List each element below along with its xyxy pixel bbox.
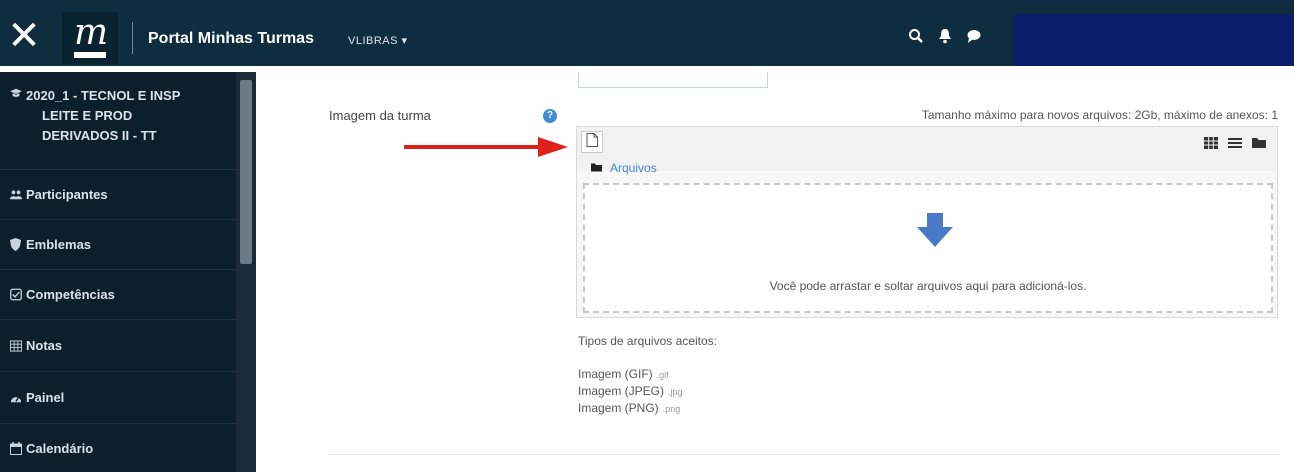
shield-icon	[0, 238, 22, 251]
course-name-line-2: LEITE E PROD	[42, 108, 133, 123]
grid-view-icon[interactable]	[1199, 133, 1223, 153]
site-title[interactable]: Portal Minhas Turmas	[148, 30, 314, 48]
sidebar-item-label: Painel	[26, 390, 65, 405]
sidebar-item-painel[interactable]: Painel	[0, 372, 236, 424]
help-icon[interactable]: ?	[543, 109, 557, 123]
users-icon	[0, 189, 22, 201]
download-arrow-icon	[915, 213, 955, 254]
accepted-type-item: Imagem (GIF) .gif	[578, 366, 683, 383]
annotation-arrow	[404, 137, 568, 157]
dashboard-icon	[0, 392, 22, 404]
sidebar-scrollbar[interactable]	[236, 72, 256, 472]
type-extension: .png	[662, 404, 681, 414]
folder-icon	[591, 159, 602, 177]
file-manager-toolbar: Arquivos	[577, 127, 1277, 175]
sidebar-item-label: Participantes	[26, 187, 108, 202]
accepted-type-item: Imagem (PNG) .png	[578, 400, 683, 417]
search-icon[interactable]	[908, 28, 924, 44]
type-extension: .gif	[656, 370, 669, 380]
sidebar-item-participantes[interactable]: Participantes	[0, 170, 236, 220]
sidebar-item-notas[interactable]: Notas	[0, 320, 236, 372]
type-name: Imagem (GIF)	[578, 367, 653, 381]
nav-drawer: 2020_1 - TECNOL E INSP LEITE E PROD DERI…	[0, 72, 256, 472]
type-extension: .jpg	[668, 387, 683, 397]
sidebar-item-label: Notas	[26, 338, 63, 353]
sidebar-item-label: 2020_1 - TECNOL E INSP LEITE E PROD DERI…	[22, 86, 180, 146]
bell-icon[interactable]	[938, 28, 952, 44]
accepted-type-item: Imagem (JPEG) .jpg	[578, 383, 683, 400]
graduation-cap-icon	[0, 86, 22, 100]
sidebar-item-emblemas[interactable]: Emblemas	[0, 220, 236, 270]
field-label: Imagem da turma	[329, 108, 431, 123]
file-path: Arquivos	[591, 159, 657, 177]
chat-icon[interactable]	[966, 28, 982, 44]
type-name: Imagem (JPEG)	[578, 384, 665, 398]
accepted-types-title: Tipos de arquivos aceitos:	[578, 334, 717, 348]
calendar-icon	[0, 441, 22, 455]
accepted-types-list: Imagem (GIF) .gif Imagem (JPEG) .jpg Image…	[578, 366, 683, 417]
sidebar-item-course[interactable]: 2020_1 - TECNOL E INSP LEITE E PROD DERI…	[0, 86, 236, 170]
scrollbar-thumb[interactable]	[240, 80, 252, 264]
section-divider	[329, 454, 1279, 455]
sidebar-item-label: Emblemas	[26, 237, 92, 252]
list-view-icon[interactable]	[1223, 133, 1247, 153]
top-navbar: ✕ m Portal Minhas Turmas VLIBRAS ▾	[0, 0, 1294, 72]
path-link-arquivos[interactable]: Arquivos	[610, 161, 657, 175]
table-icon	[0, 339, 22, 352]
course-name-line-1: 2020_1 - TECNOL E INSP	[26, 88, 181, 103]
max-size-info: Tamanho máximo para novos arquivos: 2Gb,…	[921, 108, 1278, 122]
file-manager: Arquivos Você pode arrastar e soltar arq…	[576, 126, 1278, 318]
navbar-icons	[908, 28, 982, 44]
folder-view-icon[interactable]	[1247, 133, 1271, 153]
course-name-line-3: DERIVADOS II - TT	[42, 128, 157, 143]
navbar-divider	[132, 22, 133, 54]
type-name: Imagem (PNG)	[578, 401, 659, 415]
check-square-icon	[0, 288, 22, 301]
drop-zone-text: Você pode arrastar e soltar arquivos aqu…	[769, 279, 1087, 293]
vlibras-menu[interactable]: VLIBRAS ▾	[348, 34, 408, 47]
previous-field-input[interactable]	[578, 72, 768, 88]
main-content: Imagem da turma ? Tamanho máximo para no…	[256, 72, 1294, 472]
logo-underline	[74, 52, 106, 58]
site-logo[interactable]: m	[62, 12, 118, 64]
drop-zone[interactable]: Você pode arrastar e soltar arquivos aqu…	[583, 183, 1273, 313]
view-switcher	[1199, 133, 1271, 153]
sidebar-item-competencias[interactable]: Competências	[0, 270, 236, 320]
file-icon	[586, 132, 598, 152]
user-menu[interactable]	[1014, 14, 1294, 66]
sidebar-item-calendario[interactable]: Calendário	[0, 424, 236, 472]
sidebar-item-label: Competências	[26, 287, 115, 302]
logo-letter: m	[74, 12, 109, 53]
add-file-button[interactable]	[581, 131, 603, 153]
sidebar-item-label: Calendário	[26, 440, 94, 456]
close-drawer-button[interactable]: ✕	[0, 8, 48, 64]
